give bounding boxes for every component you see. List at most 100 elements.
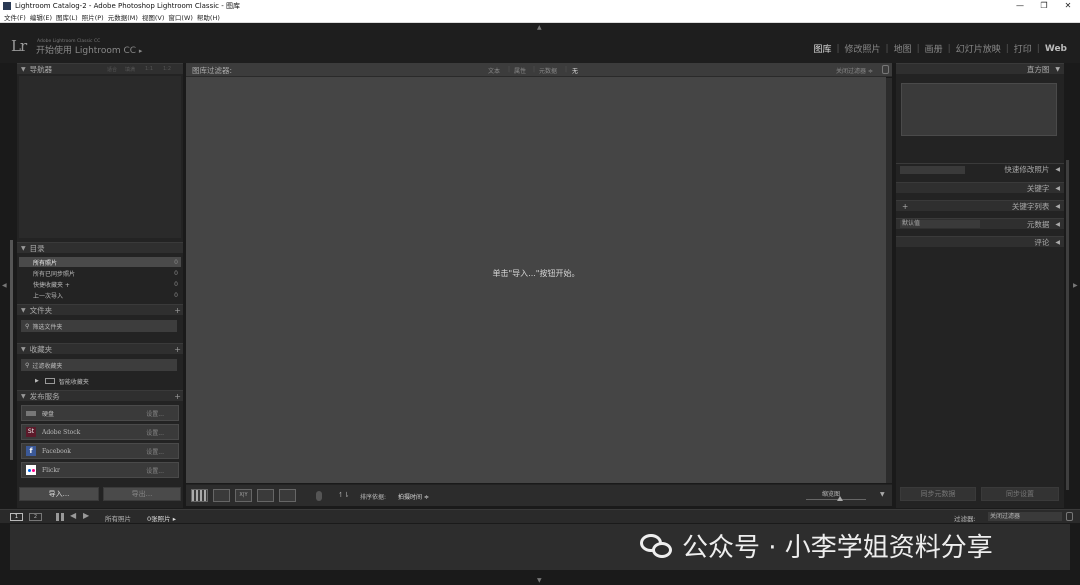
spray-can-icon[interactable]: [316, 491, 322, 501]
smart-collection-item[interactable]: ▶ 智能收藏夹: [21, 376, 177, 386]
compare-view-icon[interactable]: X|Y: [235, 489, 252, 502]
publish-item-adobe-stock[interactable]: St Adobe Stock 设置...: [21, 424, 179, 440]
expand-left-icon: ◀: [1055, 165, 1060, 173]
close-button[interactable]: ✕: [1056, 0, 1080, 12]
collection-filter-input[interactable]: ⚲ 过滤收藏夹: [21, 359, 177, 371]
module-slideshow[interactable]: 幻灯片放映: [951, 42, 1006, 55]
module-develop[interactable]: 修改照片: [840, 42, 886, 55]
sync-settings-button[interactable]: 同步设置: [981, 487, 1059, 501]
menu-file[interactable]: 文件(F): [4, 12, 26, 22]
keyword-list-header[interactable]: + 关键字列表 ◀: [896, 200, 1064, 211]
publish-setup-link[interactable]: 设置...: [146, 447, 164, 456]
menu-photo[interactable]: 照片(P): [82, 12, 104, 22]
loupe-view-icon[interactable]: [213, 489, 230, 502]
navigator-header[interactable]: ▼ 导航器 适合 填满 1:1 1:2: [17, 63, 183, 74]
sort-select[interactable]: 拍摄时间 ≑: [398, 492, 429, 501]
keywording-header[interactable]: 关键字 ◀: [896, 182, 1064, 193]
menu-edit[interactable]: 编辑(E): [30, 12, 52, 22]
module-print[interactable]: 打印: [1009, 42, 1037, 55]
publish-setup-link[interactable]: 设置...: [146, 428, 164, 437]
nav-fill[interactable]: 填满: [125, 66, 135, 73]
module-web[interactable]: Web: [1040, 44, 1072, 54]
expand-icon: ▶: [35, 378, 39, 384]
sort-direction-icon[interactable]: ↿⇂: [338, 491, 350, 499]
grid-view-icon[interactable]: [191, 489, 208, 502]
window-1-button[interactable]: 1: [10, 513, 23, 521]
filter-tab-none[interactable]: 无: [572, 66, 578, 75]
slider-thumb-icon[interactable]: [837, 496, 843, 501]
metadata-header[interactable]: 默认值 元数据 ◀: [896, 218, 1064, 229]
comments-header[interactable]: 评论 ◀: [896, 236, 1064, 247]
grid-view[interactable]: 单击"导入..."按钮开始。: [186, 63, 886, 483]
catalog-header[interactable]: ▼ 目录: [17, 242, 183, 253]
quick-develop-header[interactable]: 快速修改照片 ◀: [896, 163, 1064, 174]
publish-setup-link[interactable]: 设置...: [146, 409, 164, 418]
module-book[interactable]: 画册: [920, 42, 948, 55]
publish-item-facebook[interactable]: f Facebook 设置...: [21, 443, 179, 459]
toolbar-menu-icon[interactable]: ▼: [880, 491, 885, 498]
folders-header[interactable]: ▼ 文件夹 +: [17, 304, 183, 315]
menu-help[interactable]: 帮助(H): [197, 12, 220, 22]
filter-tab-attribute[interactable]: 属性: [514, 66, 526, 75]
nav-1-1[interactable]: 1:1: [145, 66, 153, 72]
left-panel-toggle-icon[interactable]: ◀: [2, 282, 7, 289]
filter-lock-icon[interactable]: [1066, 512, 1073, 521]
nav-fit[interactable]: 适合: [107, 66, 117, 73]
menu-library[interactable]: 图库(L): [56, 12, 78, 22]
people-view-icon[interactable]: [279, 489, 296, 502]
menu-window[interactable]: 窗口(W): [168, 12, 193, 22]
identity-title[interactable]: 开始使用 Lightroom CC ▸: [36, 43, 142, 56]
lock-icon[interactable]: [882, 65, 889, 74]
export-button[interactable]: 导出...: [103, 487, 181, 501]
nav-1-2[interactable]: 1:2: [163, 66, 171, 72]
module-map[interactable]: 地图: [889, 42, 917, 55]
catalog-item[interactable]: 所有已同步照片 0: [19, 268, 181, 278]
menu-metadata[interactable]: 元数据(M): [108, 12, 138, 22]
catalog-item-count: 0: [174, 269, 178, 277]
right-scrollbar[interactable]: [1066, 160, 1069, 490]
back-arrow-icon[interactable]: ◀: [70, 511, 76, 520]
forward-arrow-icon[interactable]: ▶: [83, 511, 89, 520]
right-panel-toggle-icon[interactable]: ▶: [1073, 282, 1078, 289]
add-folder-icon[interactable]: +: [174, 306, 181, 315]
folder-filter-input[interactable]: ⚲ 筛选文件夹: [21, 320, 177, 332]
section-title: 快速修改照片: [1004, 164, 1050, 174]
catalog-item[interactable]: 所有照片 0: [19, 257, 181, 267]
import-button[interactable]: 导入...: [19, 487, 99, 501]
catalog-item[interactable]: 上一次导入 0: [19, 290, 181, 300]
minimize-button[interactable]: —: [1008, 0, 1032, 12]
publish-item-flickr[interactable]: Flickr 设置...: [21, 462, 179, 478]
grid-scrollbar[interactable]: [886, 78, 892, 483]
filter-tab-text[interactable]: 文本: [488, 66, 500, 75]
left-scrollbar[interactable]: [10, 240, 13, 460]
sync-metadata-button[interactable]: 同步元数据: [900, 487, 976, 501]
collections-header[interactable]: ▼ 收藏夹 +: [17, 343, 183, 354]
watermark: 公众号 · 小李学姐资料分享: [640, 527, 993, 564]
filter-preset-select[interactable]: 关闭过滤器 ≑: [836, 66, 873, 75]
module-library[interactable]: 图库: [808, 42, 836, 55]
publish-item-harddisk[interactable]: 硬盘 设置...: [21, 405, 179, 421]
bottom-panel-toggle-icon[interactable]: ▼: [537, 577, 542, 584]
publish-label: Facebook: [42, 447, 71, 455]
collapse-icon: ▼: [21, 306, 26, 314]
filter-tab-metadata[interactable]: 元数据: [539, 66, 557, 75]
filmstrip-filter-select[interactable]: 关闭过滤器: [988, 512, 1062, 521]
publish-setup-link[interactable]: 设置...: [146, 466, 164, 475]
publish-header[interactable]: ▼ 发布服务 +: [17, 390, 183, 401]
top-panel-toggle-icon[interactable]: ▲: [537, 24, 542, 31]
metadata-preset-select[interactable]: 默认值: [900, 220, 980, 228]
add-keyword-icon[interactable]: +: [902, 202, 908, 211]
filmstrip-count[interactable]: 0张照片 ▸: [147, 513, 176, 523]
grid-icon[interactable]: [56, 513, 64, 521]
menu-view[interactable]: 视图(V): [142, 12, 165, 22]
thumbnail-slider[interactable]: [806, 499, 866, 500]
filmstrip-source[interactable]: 所有照片: [105, 513, 131, 523]
navigator-preview[interactable]: [19, 76, 181, 238]
add-publish-icon[interactable]: +: [174, 392, 181, 401]
maximize-button[interactable]: ❐: [1032, 0, 1056, 12]
catalog-item[interactable]: 快捷收藏夹 + 0: [19, 279, 181, 289]
survey-view-icon[interactable]: [257, 489, 274, 502]
histogram-header[interactable]: 直方图 ▼: [896, 63, 1064, 74]
window-2-button[interactable]: 2: [29, 513, 42, 521]
add-collection-icon[interactable]: +: [174, 345, 181, 354]
